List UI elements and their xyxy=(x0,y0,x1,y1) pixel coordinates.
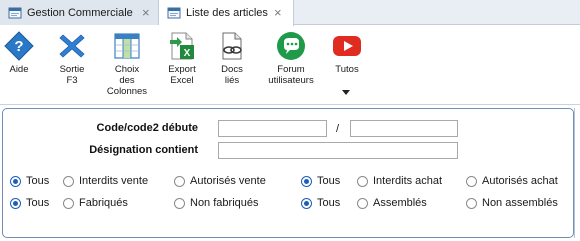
radio-dot xyxy=(10,175,21,187)
tab-gestion-commerciale[interactable]: Gestion Commerciale × xyxy=(0,0,159,25)
radio-label: Interdits vente xyxy=(79,175,149,187)
forum-icon xyxy=(277,32,305,60)
code-to-input[interactable] xyxy=(350,120,458,137)
radio-label: Non fabriqués xyxy=(190,197,259,209)
radio-assembles[interactable]: Assemblés xyxy=(357,197,427,209)
close-icon[interactable]: × xyxy=(274,5,282,20)
radio-dot xyxy=(466,175,477,187)
radio-tous-fabrication[interactable]: Tous xyxy=(10,197,49,209)
radio-dot xyxy=(63,175,74,187)
radio-tous-assemblage[interactable]: Tous xyxy=(301,197,340,209)
close-icon[interactable]: × xyxy=(142,5,150,20)
code-separator: / xyxy=(336,123,340,135)
radio-label: Interdits achat xyxy=(373,175,443,187)
radio-fabriques[interactable]: Fabriqués xyxy=(63,197,128,209)
side-panel-edge xyxy=(574,108,580,238)
list-icon xyxy=(167,7,181,19)
exit-x-icon xyxy=(59,34,85,58)
forum-label: Forum utilisateurs xyxy=(268,64,314,86)
linked-docs-label: Docs liés xyxy=(221,64,243,86)
toolbar: ? Aide Sortie F3 Choix des Colonnes X Ex… xyxy=(0,26,580,102)
help-label: Aide xyxy=(9,64,29,75)
designation-label: Désignation contient xyxy=(89,144,198,156)
radio-tous-vente[interactable]: Tous xyxy=(10,175,49,187)
tutorials-button[interactable]: Tutos xyxy=(332,31,362,75)
help-diamond-icon: ? xyxy=(4,31,34,61)
export-excel-label: Export Excel xyxy=(168,64,196,86)
tab-bar: Gestion Commerciale × Liste des articles… xyxy=(0,0,580,26)
radio-label: Fabriqués xyxy=(79,197,128,209)
radio-dot xyxy=(357,175,368,187)
svg-text:X: X xyxy=(184,48,191,59)
code-label: Code/code2 débute xyxy=(96,122,198,134)
radio-autorises-vente[interactable]: Autorisés vente xyxy=(174,175,266,187)
columns-icon xyxy=(114,33,140,59)
app-window-icon xyxy=(8,7,22,18)
radio-dot xyxy=(301,175,312,187)
svg-text:?: ? xyxy=(14,38,23,55)
chevron-down-icon[interactable] xyxy=(342,90,350,95)
designation-input[interactable] xyxy=(218,142,458,159)
radio-dot xyxy=(174,175,185,187)
radio-tous-achat[interactable]: Tous xyxy=(301,175,340,187)
radio-dot xyxy=(357,197,368,209)
radio-dot xyxy=(63,197,74,209)
linked-docs-button[interactable]: Docs liés xyxy=(216,31,248,86)
radio-label: Autorisés achat xyxy=(482,175,558,187)
radio-dot xyxy=(10,197,21,209)
radio-non-assembles[interactable]: Non assemblés xyxy=(466,197,558,209)
radio-label: Tous xyxy=(26,197,50,209)
exit-label: Sortie F3 xyxy=(59,64,85,86)
radio-dot xyxy=(301,197,312,209)
radio-label: Autorisés vente xyxy=(190,175,266,187)
radio-interdits-achat[interactable]: Interdits achat xyxy=(357,175,442,187)
export-excel-button[interactable]: X Export Excel xyxy=(164,31,200,86)
radio-label: Tous xyxy=(317,197,341,209)
choose-columns-button[interactable]: Choix des Colonnes xyxy=(104,31,150,97)
tab-liste-des-articles[interactable]: Liste des articles × xyxy=(159,0,294,26)
forum-button[interactable]: Forum utilisateurs xyxy=(264,31,318,86)
help-button[interactable]: ? Aide xyxy=(4,31,34,75)
radio-label: Tous xyxy=(26,175,50,187)
excel-export-icon: X xyxy=(170,32,194,60)
tab-label: Gestion Commerciale xyxy=(27,6,133,19)
radio-label: Tous xyxy=(317,175,341,187)
choose-columns-label: Choix des Colonnes xyxy=(106,64,148,97)
linked-docs-icon xyxy=(222,32,242,60)
radio-dot xyxy=(466,197,477,209)
toolbar-divider xyxy=(0,104,580,105)
radio-dot xyxy=(174,197,185,209)
radio-label: Non assemblés xyxy=(482,197,558,209)
tab-label: Liste des articles xyxy=(186,7,268,19)
radio-autorises-achat[interactable]: Autorisés achat xyxy=(466,175,558,187)
radio-label: Assemblés xyxy=(373,197,427,209)
exit-button[interactable]: Sortie F3 xyxy=(57,31,87,86)
radio-non-fabriques[interactable]: Non fabriqués xyxy=(174,197,259,209)
code-from-input[interactable] xyxy=(218,120,327,137)
radio-interdits-vente[interactable]: Interdits vente xyxy=(63,175,148,187)
tutorials-label: Tutos xyxy=(335,64,359,75)
youtube-icon xyxy=(333,36,361,56)
